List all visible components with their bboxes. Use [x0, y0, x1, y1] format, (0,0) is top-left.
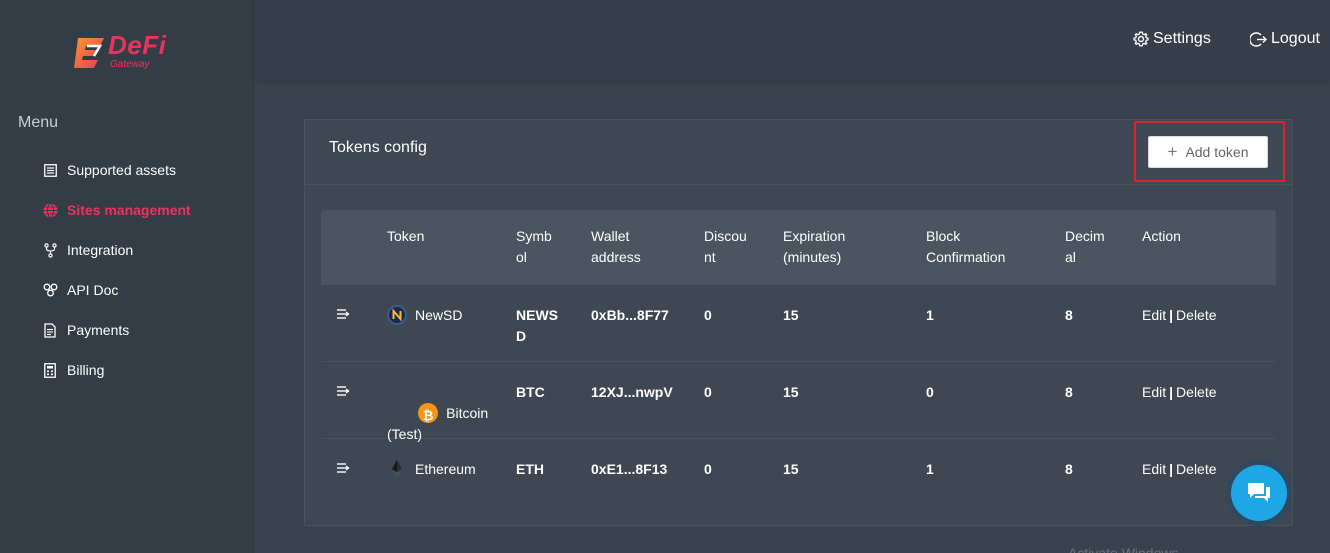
sidebar: DeFi Gateway Menu Supported assets Sites…	[0, 0, 255, 553]
sidebar-item-integration[interactable]: Integration	[42, 230, 191, 270]
delete-link[interactable]: Delete	[1176, 384, 1216, 400]
action-separator: |	[1169, 384, 1174, 400]
logout-icon	[1250, 31, 1267, 47]
discount-cell: 0	[704, 384, 712, 400]
action-cell: Edit | Delete	[1142, 459, 1217, 480]
tokens-config-card: Tokens config + Add token Token Symb ol …	[304, 119, 1293, 526]
action-cell: Edit | Delete	[1142, 382, 1217, 403]
delete-link[interactable]: Delete	[1176, 461, 1216, 477]
drag-handle-icon[interactable]	[336, 384, 350, 398]
col-header-action: Action	[1142, 228, 1181, 244]
chat-icon	[1248, 483, 1270, 502]
discount-cell: 0	[704, 461, 712, 477]
list-icon	[42, 162, 58, 178]
token-name: Ethereum	[415, 461, 476, 477]
col-header-discount: Discou nt	[704, 228, 747, 265]
brand-name: DeFi	[108, 30, 167, 60]
wallet-cell: 0xE1...8F13	[591, 461, 668, 477]
symbol-cell: NEWS D	[516, 307, 558, 344]
table-row: NewSD NEWS D 0xBb...8F77 0 15 1 8 Edit | D…	[321, 285, 1276, 362]
calculator-icon	[42, 362, 58, 378]
decimal-cell: 8	[1065, 461, 1073, 477]
wallet-cell: 12XJ...nwpV	[591, 384, 673, 400]
drag-handle-icon[interactable]	[336, 307, 350, 321]
fork-icon	[42, 242, 58, 258]
sidebar-nav: Supported assets Sites management Integr…	[42, 150, 191, 390]
sidebar-item-billing[interactable]: Billing	[42, 350, 191, 390]
brand-sub: Gateway	[110, 59, 150, 70]
chat-button[interactable]	[1226, 460, 1292, 526]
col-header-confirmation: Block Confirmation	[926, 228, 1006, 265]
sidebar-item-label: Integration	[67, 242, 134, 258]
confirmation-cell: 1	[926, 307, 934, 323]
plus-icon: +	[1167, 142, 1178, 161]
card-header: Tokens config + Add token	[305, 120, 1292, 185]
sidebar-item-payments[interactable]: Payments	[42, 310, 191, 350]
token-name: NewSD	[415, 307, 463, 323]
ethereum-icon	[387, 459, 407, 479]
action-separator: |	[1169, 461, 1174, 477]
table-row: ₿ Bitcoin (Test) BTC 12XJ...nwpV 0 15 0 8…	[321, 362, 1276, 442]
decimal-cell: 8	[1065, 384, 1073, 400]
col-header-wallet: Wallet address	[591, 228, 641, 265]
settings-button[interactable]: Settings	[1133, 30, 1211, 48]
symbol-cell: ETH	[516, 461, 544, 477]
sidebar-item-label: Supported assets	[67, 162, 176, 178]
api-icon	[42, 282, 58, 298]
symbol-cell: BTC	[516, 384, 545, 400]
brand-logo[interactable]: DeFi Gateway	[72, 30, 182, 74]
gear-icon	[1133, 31, 1149, 47]
sidebar-item-sites-management[interactable]: Sites management	[42, 190, 191, 230]
add-token-button[interactable]: + Add token	[1148, 136, 1268, 168]
globe-icon	[42, 202, 58, 218]
top-header: Settings Logout	[255, 0, 1330, 80]
logo-mark-icon	[74, 38, 104, 68]
logout-button[interactable]: Logout	[1250, 30, 1320, 48]
bitcoin-icon: ₿	[418, 403, 439, 424]
document-icon	[42, 322, 58, 338]
table-row: Ethereum ETH 0xE1...8F13 0 15 1 8 Edit | D…	[321, 439, 1276, 516]
token-cell: NewSD	[387, 305, 462, 326]
expiration-cell: 15	[783, 461, 799, 477]
col-header-expiration: Expiration (minutes)	[783, 228, 846, 265]
sidebar-item-supported-assets[interactable]: Supported assets	[42, 150, 191, 190]
edit-link[interactable]: Edit	[1142, 307, 1166, 323]
card-title: Tokens config	[329, 139, 427, 156]
edit-link[interactable]: Edit	[1142, 461, 1166, 477]
activate-windows-watermark: Activate Windows	[1068, 545, 1179, 553]
expiration-cell: 15	[783, 384, 799, 400]
chat-bubble	[1231, 465, 1287, 521]
confirmation-cell: 1	[926, 461, 934, 477]
delete-link[interactable]: Delete	[1176, 307, 1216, 323]
action-cell: Edit | Delete	[1142, 305, 1217, 326]
confirmation-cell: 0	[926, 384, 934, 400]
logout-label: Logout	[1271, 30, 1320, 47]
menu-title: Menu	[18, 114, 59, 131]
sidebar-item-label: Billing	[67, 362, 105, 378]
expiration-cell: 15	[783, 307, 799, 323]
discount-cell: 0	[704, 307, 712, 323]
sidebar-item-label: Payments	[67, 322, 130, 338]
col-header-token: Token	[387, 228, 425, 244]
edit-link[interactable]: Edit	[1142, 384, 1166, 400]
sidebar-item-label: API Doc	[67, 282, 119, 298]
table-header: Token Symb ol Wallet address Discou nt E…	[321, 210, 1276, 285]
newsd-icon	[387, 305, 407, 326]
col-header-symbol: Symb ol	[516, 228, 552, 265]
add-token-label: Add token	[1185, 144, 1249, 160]
drag-handle-icon[interactable]	[336, 461, 350, 475]
token-cell: Ethereum	[387, 459, 476, 480]
col-header-decimal: Decim al	[1065, 228, 1105, 265]
wallet-cell: 0xBb...8F77	[591, 307, 669, 323]
sidebar-item-api-doc[interactable]: API Doc	[42, 270, 191, 310]
sidebar-item-label: Sites management	[67, 202, 191, 218]
settings-label: Settings	[1153, 30, 1211, 47]
action-separator: |	[1169, 307, 1174, 323]
tokens-table: Token Symb ol Wallet address Discou nt E…	[321, 210, 1276, 516]
decimal-cell: 8	[1065, 307, 1073, 323]
